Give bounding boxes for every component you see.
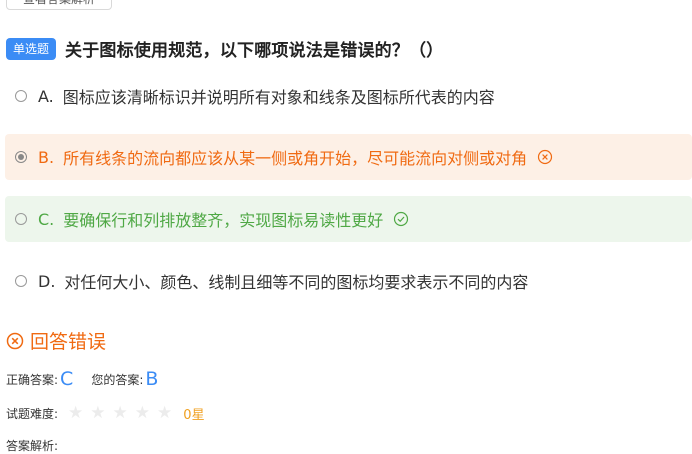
analysis-row: 答案解析: bbox=[6, 437, 58, 454]
question-type-badge: 单选题 bbox=[6, 37, 57, 60]
radio-option-a[interactable] bbox=[15, 90, 27, 102]
result-status: 回答错误 bbox=[6, 327, 106, 354]
option-letter: B. bbox=[38, 147, 55, 167]
question-header: 单选题 关于图标使用规范，以下哪项说法是错误的？（） bbox=[6, 36, 443, 61]
result-text: 回答错误 bbox=[30, 331, 107, 353]
correct-answer-label: 正确答案: bbox=[6, 372, 59, 387]
difficulty-label: 试题难度: bbox=[6, 406, 59, 421]
option-a[interactable]: A. 图标应该清晰标识并说明所有对象和线条及图标所代表的内容 bbox=[5, 73, 692, 119]
view-analysis-button[interactable]: 查看答案解析 bbox=[6, 0, 112, 10]
option-text: 对任何大小、颜色、线制且细等不同的图标均要求表示不同的内容 bbox=[64, 273, 529, 292]
your-answer-value: B bbox=[145, 368, 159, 390]
option-text: 所有线条的流向都应该从某一侧或角开始，尽可能流向对侧或对角 bbox=[63, 149, 528, 168]
close-circle-icon bbox=[6, 332, 30, 350]
option-text: 图标应该清晰标识并说明所有对象和线条及图标所代表的内容 bbox=[62, 88, 495, 107]
analysis-label: 答案解析: bbox=[6, 439, 59, 453]
option-letter: A. bbox=[38, 86, 54, 106]
your-answer-label: 您的答案: bbox=[91, 372, 144, 387]
star-icon: ★ bbox=[157, 403, 173, 423]
close-circle-icon bbox=[537, 149, 553, 165]
difficulty-row: 试题难度: ★ ★ ★ ★ ★ 0星 bbox=[6, 403, 205, 423]
option-d[interactable]: D. 对任何大小、颜色、线制且细等不同的图标均要求表示不同的内容 bbox=[5, 258, 692, 304]
option-b[interactable]: B. 所有线条的流向都应该从某一侧或角开始，尽可能流向对侧或对角 bbox=[5, 134, 692, 180]
difficulty-stars: ★ ★ ★ ★ ★ bbox=[68, 403, 179, 423]
check-circle-icon bbox=[393, 211, 409, 227]
option-text: 要确保行和列排放整齐，实现图标易读性更好 bbox=[63, 211, 384, 230]
star-icon: ★ bbox=[68, 403, 84, 423]
star-icon: ★ bbox=[90, 403, 106, 423]
star-icon: ★ bbox=[134, 403, 151, 423]
question-title: 关于图标使用规范，以下哪项说法是错误的？（） bbox=[65, 41, 444, 61]
radio-option-c[interactable] bbox=[15, 213, 27, 225]
answer-row: 正确答案: C 您的答案: B bbox=[6, 368, 158, 390]
option-c[interactable]: C. 要确保行和列排放整齐，实现图标易读性更好 bbox=[5, 196, 692, 242]
star-icon: ★ bbox=[112, 403, 128, 423]
correct-answer-value: C bbox=[60, 368, 74, 390]
radio-option-d[interactable] bbox=[15, 275, 27, 287]
difficulty-score: 0星 bbox=[183, 407, 205, 423]
radio-option-b[interactable] bbox=[15, 151, 27, 163]
option-letter: D. bbox=[38, 271, 56, 291]
option-letter: C. bbox=[38, 209, 55, 229]
